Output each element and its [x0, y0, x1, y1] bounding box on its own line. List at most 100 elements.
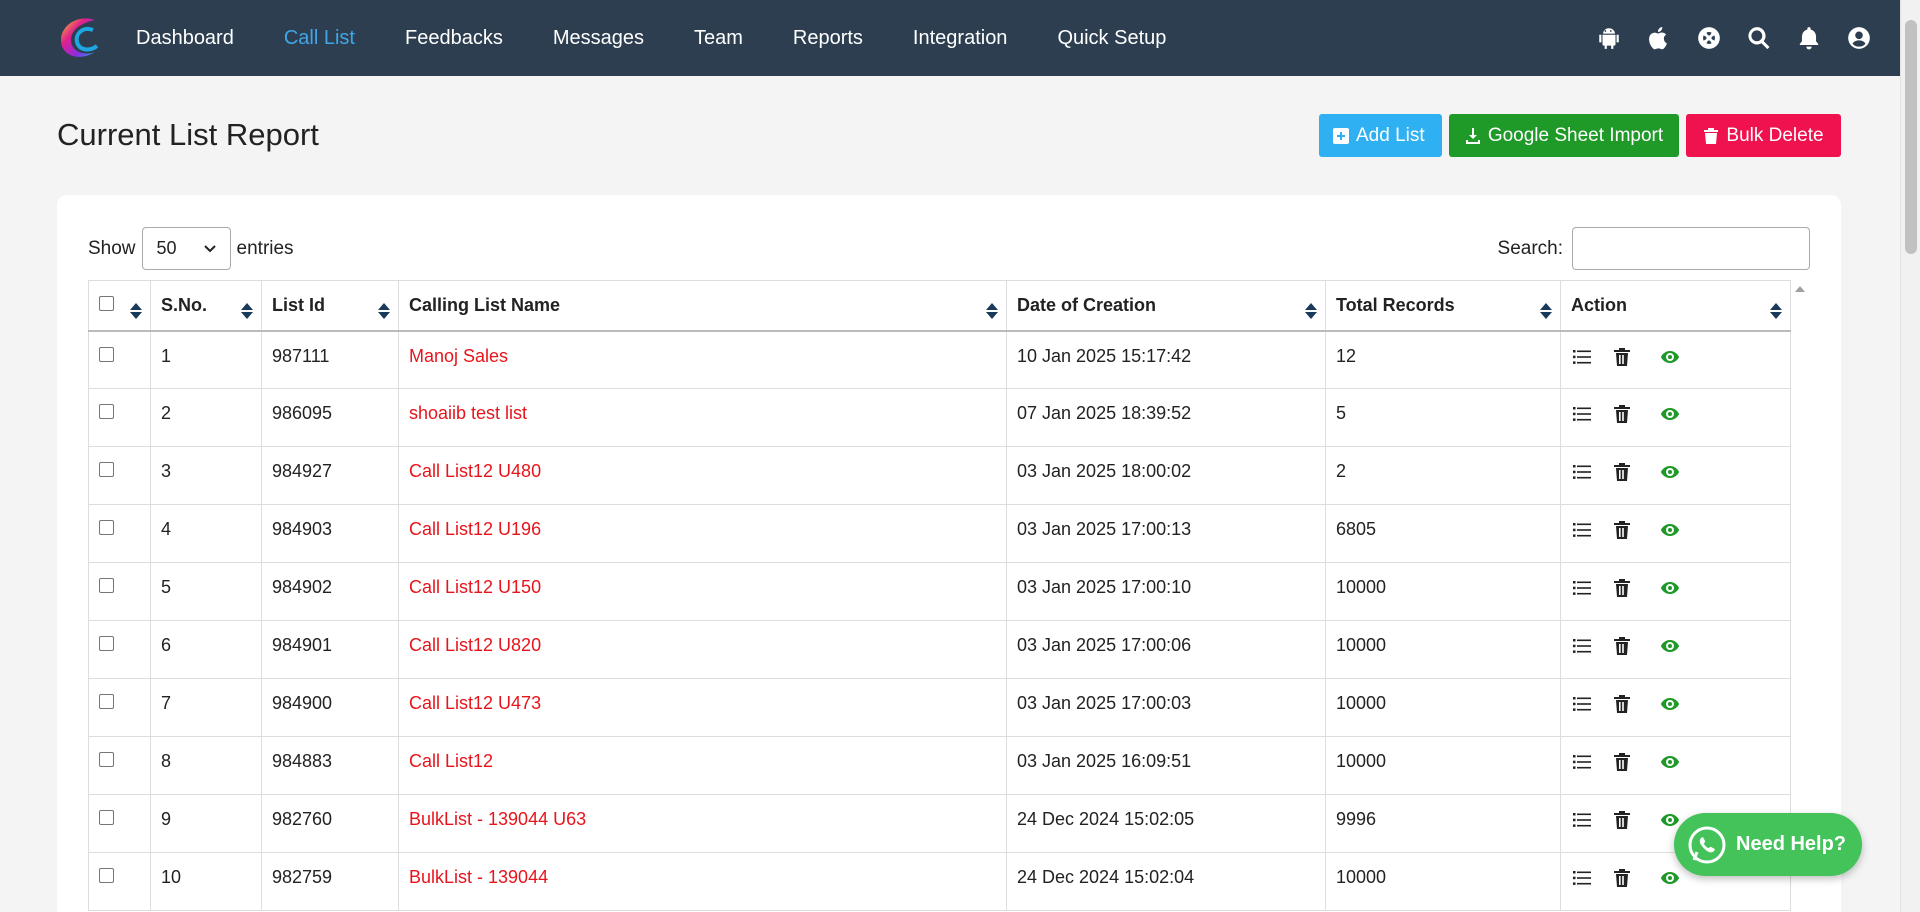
- view-eye-icon[interactable]: [1659, 346, 1681, 368]
- row-select-cell: [88, 504, 151, 563]
- row-checkbox[interactable]: [99, 520, 114, 535]
- view-eye-icon[interactable]: [1659, 693, 1681, 715]
- delete-icon[interactable]: [1611, 346, 1633, 368]
- bulk-delete-button[interactable]: Bulk Delete: [1686, 114, 1841, 157]
- row-checkbox[interactable]: [99, 694, 114, 709]
- need-help-widget[interactable]: Need Help?: [1674, 813, 1862, 876]
- page-scrollbar[interactable]: [1900, 0, 1920, 912]
- row-select-cell: [88, 562, 151, 621]
- delete-icon[interactable]: [1611, 867, 1633, 889]
- header-calling-list-name[interactable]: Calling List Name: [398, 280, 1007, 332]
- cell-total-records: 10000: [1325, 562, 1561, 621]
- calling-list-link[interactable]: Call List12 U196: [409, 519, 541, 539]
- nav-dashboard[interactable]: Dashboard: [111, 27, 259, 50]
- delete-icon[interactable]: [1611, 751, 1633, 773]
- header-sno[interactable]: S.No.: [150, 280, 262, 332]
- cell-list-id: 984901: [261, 620, 399, 679]
- cell-list-id: 986095: [261, 388, 399, 447]
- row-checkbox[interactable]: [99, 752, 114, 767]
- list-details-icon[interactable]: [1571, 867, 1593, 889]
- row-actions: [1571, 751, 1780, 773]
- list-report-card: Show 50 entries Search: S.No. List Id Ca…: [57, 195, 1841, 912]
- header-action[interactable]: Action: [1560, 280, 1791, 332]
- view-eye-icon[interactable]: [1659, 519, 1681, 541]
- calling-list-link[interactable]: Call List12: [409, 751, 493, 771]
- list-details-icon[interactable]: [1571, 751, 1593, 773]
- app-logo[interactable]: [55, 12, 107, 64]
- delete-icon[interactable]: [1611, 809, 1633, 831]
- sort-icon[interactable]: [1305, 303, 1317, 321]
- calling-list-link[interactable]: shoaiib test list: [409, 403, 527, 423]
- list-details-icon[interactable]: [1571, 346, 1593, 368]
- sort-icon[interactable]: [130, 303, 142, 321]
- apple-icon[interactable]: [1645, 24, 1673, 52]
- view-eye-icon[interactable]: [1659, 635, 1681, 657]
- scroll-up-arrow-icon[interactable]: [1795, 286, 1805, 292]
- list-details-icon[interactable]: [1571, 635, 1593, 657]
- nav-quick-setup[interactable]: Quick Setup: [1032, 27, 1191, 50]
- view-eye-icon[interactable]: [1659, 577, 1681, 599]
- row-checkbox[interactable]: [99, 462, 114, 477]
- row-checkbox[interactable]: [99, 868, 114, 883]
- delete-icon[interactable]: [1611, 461, 1633, 483]
- calling-list-link[interactable]: Call List12 U480: [409, 461, 541, 481]
- google-sheet-import-button[interactable]: Google Sheet Import: [1449, 114, 1679, 157]
- android-icon[interactable]: [1595, 24, 1623, 52]
- header-date-of-creation[interactable]: Date of Creation: [1006, 280, 1326, 332]
- list-details-icon[interactable]: [1571, 577, 1593, 599]
- header-list-id[interactable]: List Id: [261, 280, 399, 332]
- cell-date-of-creation: 03 Jan 2025 17:00:13: [1006, 504, 1326, 563]
- row-checkbox[interactable]: [99, 810, 114, 825]
- delete-icon[interactable]: [1611, 693, 1633, 715]
- sort-icon[interactable]: [378, 303, 390, 321]
- list-details-icon[interactable]: [1571, 809, 1593, 831]
- page-scrollbar-thumb[interactable]: [1905, 20, 1917, 254]
- nav-call-list[interactable]: Call List: [259, 27, 380, 50]
- view-eye-icon[interactable]: [1659, 867, 1681, 889]
- sort-icon[interactable]: [1770, 303, 1782, 321]
- nav-messages[interactable]: Messages: [528, 27, 669, 50]
- calling-list-link[interactable]: BulkList - 139044 U63: [409, 809, 586, 829]
- nav-integration[interactable]: Integration: [888, 27, 1033, 50]
- user-icon[interactable]: [1845, 24, 1873, 52]
- nav-team[interactable]: Team: [669, 27, 768, 50]
- delete-icon[interactable]: [1611, 577, 1633, 599]
- row-checkbox[interactable]: [99, 636, 114, 651]
- delete-icon[interactable]: [1611, 519, 1633, 541]
- calling-list-link[interactable]: Call List12 U473: [409, 693, 541, 713]
- add-list-button[interactable]: Add List: [1319, 114, 1442, 157]
- search-input[interactable]: [1572, 227, 1810, 270]
- list-details-icon[interactable]: [1571, 403, 1593, 425]
- select-all-checkbox[interactable]: [99, 296, 114, 311]
- delete-icon[interactable]: [1611, 635, 1633, 657]
- sort-icon[interactable]: [986, 303, 998, 321]
- download-icon: [1465, 127, 1480, 144]
- row-checkbox[interactable]: [99, 404, 114, 419]
- entries-select[interactable]: 50: [141, 227, 231, 270]
- calling-list-link[interactable]: Call List12 U820: [409, 635, 541, 655]
- delete-icon[interactable]: [1611, 403, 1633, 425]
- list-details-icon[interactable]: [1571, 693, 1593, 715]
- sort-icon[interactable]: [1540, 303, 1552, 321]
- view-eye-icon[interactable]: [1659, 751, 1681, 773]
- cell-total-records: 2: [1325, 446, 1561, 505]
- calling-list-link[interactable]: Call List12 U150: [409, 577, 541, 597]
- header-total-records[interactable]: Total Records: [1325, 280, 1561, 332]
- view-eye-icon[interactable]: [1659, 461, 1681, 483]
- calling-list-link[interactable]: BulkList - 139044: [409, 867, 548, 887]
- nav-feedbacks[interactable]: Feedbacks: [380, 27, 528, 50]
- support-icon[interactable]: [1695, 24, 1723, 52]
- search-icon[interactable]: [1745, 24, 1773, 52]
- view-eye-icon[interactable]: [1659, 403, 1681, 425]
- row-checkbox[interactable]: [99, 346, 114, 362]
- list-details-icon[interactable]: [1571, 519, 1593, 541]
- list-details-icon[interactable]: [1571, 461, 1593, 483]
- table-row: 9 982760 BulkList - 139044 U63 24 Dec 2024 …: [88, 794, 1791, 853]
- row-checkbox[interactable]: [99, 578, 114, 593]
- bell-icon[interactable]: [1795, 24, 1823, 52]
- cell-list-id: 984903: [261, 504, 399, 563]
- calling-list-link[interactable]: Manoj Sales: [409, 346, 508, 366]
- sort-icon[interactable]: [241, 303, 253, 321]
- nav-reports[interactable]: Reports: [768, 27, 888, 50]
- table-row: 1 987111 Manoj Sales 10 Jan 2025 15:17:42 12: [88, 330, 1791, 389]
